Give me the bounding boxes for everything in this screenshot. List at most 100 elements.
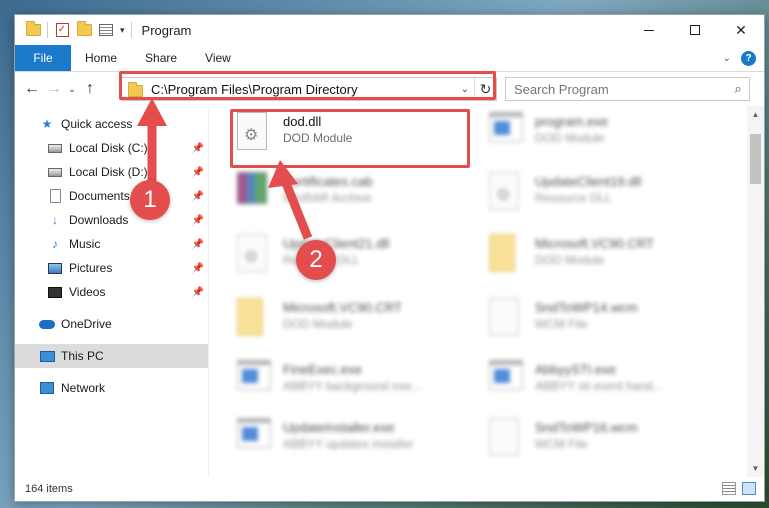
vertical-scrollbar[interactable]: ▲ ▼ bbox=[747, 106, 764, 477]
sidebar-item-downloads[interactable]: ↓ Downloads 📌 bbox=[15, 208, 208, 232]
star-icon: ★ bbox=[41, 117, 53, 131]
file-item[interactable]: program.exe DOD Module bbox=[489, 112, 729, 166]
sidebar-item-label: Network bbox=[61, 381, 106, 395]
file-item[interactable]: Microsoft.VC90.CRT DOD Module bbox=[237, 298, 477, 352]
sidebar-item-onedrive[interactable]: OneDrive bbox=[15, 312, 208, 336]
recent-locations-button[interactable]: ⌄ bbox=[65, 84, 79, 95]
help-icon[interactable]: ? bbox=[741, 51, 756, 66]
new-folder-icon[interactable] bbox=[76, 21, 92, 38]
file-name: UpdateInstaller.exe bbox=[283, 420, 395, 435]
divider bbox=[130, 22, 132, 38]
customize-toolbar-dropdown-icon[interactable]: ▾ bbox=[120, 25, 125, 36]
sidebar-item-local-disk-d[interactable]: Local Disk (D:) 📌 bbox=[15, 160, 208, 184]
sidebar-item-quick-access[interactable]: ★ Quick access bbox=[15, 112, 208, 136]
sidebar-item-documents[interactable]: Documents 📌 bbox=[15, 184, 208, 208]
file-type: ABBYY sti event hand... bbox=[535, 379, 663, 393]
maximize-button[interactable] bbox=[672, 15, 718, 45]
file-name: SndToWP16.wcm bbox=[535, 420, 638, 435]
caption-buttons: ✕ bbox=[626, 15, 764, 45]
pin-icon[interactable]: 📌 bbox=[192, 239, 204, 250]
pin-icon[interactable]: 📌 bbox=[192, 263, 204, 274]
step-1-badge: 1 bbox=[130, 180, 170, 220]
sidebar-item-this-pc[interactable]: This PC bbox=[15, 344, 208, 368]
cloud-icon bbox=[39, 316, 55, 332]
pin-icon[interactable]: 📌 bbox=[192, 191, 204, 202]
search-icon[interactable]: ⌕ bbox=[727, 81, 749, 97]
sidebar-item-videos[interactable]: Videos 📌 bbox=[15, 280, 208, 304]
network-icon bbox=[39, 380, 55, 396]
file-name: Certificates.cab bbox=[283, 174, 373, 189]
exe-file-icon bbox=[489, 360, 525, 400]
sidebar-item-label: This PC bbox=[61, 349, 104, 363]
sidebar-item-label: OneDrive bbox=[61, 317, 112, 331]
pin-icon[interactable]: 📌 bbox=[192, 287, 204, 298]
properties-icon[interactable] bbox=[98, 22, 114, 38]
back-button[interactable]: ← bbox=[21, 80, 43, 98]
pin-icon[interactable]: 📌 bbox=[192, 215, 204, 226]
tab-file[interactable]: File bbox=[15, 45, 71, 71]
folder-file-icon bbox=[489, 234, 525, 274]
quick-access-toolbar: ✓ ▾ bbox=[15, 15, 132, 45]
address-bar-highlight bbox=[119, 71, 496, 100]
pin-icon[interactable]: 📌 bbox=[192, 143, 204, 154]
title-bar: ✓ ▾ Program ✕ bbox=[15, 15, 764, 45]
ribbon-tabs: File Home Share View ⌄ ? bbox=[15, 45, 764, 72]
sidebar-item-label: Quick access bbox=[61, 117, 133, 131]
file-item[interactable]: Certificates.cab WinRAR Archive bbox=[237, 172, 477, 226]
file-item[interactable]: UpdateClient19.dll Resource DLL bbox=[489, 172, 729, 226]
search-input[interactable] bbox=[506, 81, 727, 97]
file-item[interactable]: Microsoft.VC90.CRT DOD Module bbox=[489, 234, 729, 288]
file-type: ABBYY updates installer bbox=[283, 437, 414, 451]
close-button[interactable]: ✕ bbox=[718, 15, 764, 45]
navigation-pane: ★ Quick access Local Disk (C:) 📌 Local D… bbox=[15, 106, 209, 477]
sidebar-item-label: Local Disk (C:) bbox=[69, 141, 148, 155]
properties-check-icon[interactable]: ✓ bbox=[54, 22, 70, 38]
file-type: DOD Module bbox=[283, 317, 353, 331]
window-title: Program bbox=[141, 22, 192, 38]
forward-button[interactable]: → bbox=[43, 80, 65, 98]
file-item[interactable]: SndToWP14.wcm WCM File bbox=[489, 298, 729, 352]
details-view-icon[interactable] bbox=[722, 482, 736, 495]
file-item[interactable]: FineExec.exe ABBYY background exe... bbox=[237, 360, 477, 414]
sidebar-item-pictures[interactable]: Pictures 📌 bbox=[15, 256, 208, 280]
videos-icon bbox=[47, 284, 63, 300]
file-type: DOD Module bbox=[535, 131, 605, 145]
status-bar: 164 items bbox=[15, 477, 764, 501]
large-icons-view-icon[interactable] bbox=[742, 482, 756, 495]
search-box[interactable]: ⌕ bbox=[505, 77, 750, 101]
sidebar-item-local-disk-c[interactable]: Local Disk (C:) 📌 bbox=[15, 136, 208, 160]
music-icon: ♪ bbox=[52, 237, 58, 251]
expand-ribbon-icon[interactable]: ⌄ bbox=[723, 53, 731, 64]
file-name: FineExec.exe bbox=[283, 362, 362, 377]
exe-file-icon bbox=[489, 112, 525, 152]
file-item[interactable]: AbbyySTI.exe ABBYY sti event hand... bbox=[489, 360, 729, 414]
tab-view[interactable]: View bbox=[191, 45, 245, 71]
documents-icon bbox=[47, 188, 63, 204]
file-type: Resource DLL bbox=[535, 191, 612, 205]
pictures-icon bbox=[47, 260, 63, 276]
pin-icon[interactable]: 📌 bbox=[192, 167, 204, 178]
generic-file-icon bbox=[489, 418, 525, 458]
up-button[interactable]: ↑ bbox=[79, 80, 101, 98]
scrollbar-thumb[interactable] bbox=[750, 134, 761, 184]
folder-icon bbox=[25, 21, 41, 38]
sidebar-item-music[interactable]: ♪ Music 📌 bbox=[15, 232, 208, 256]
ribbon-controls: ⌄ ? bbox=[723, 45, 756, 72]
sidebar-item-label: Local Disk (D:) bbox=[69, 165, 148, 179]
tab-home[interactable]: Home bbox=[71, 45, 131, 71]
file-item[interactable]: UpdateInstaller.exe ABBYY updates instal… bbox=[237, 418, 477, 472]
minimize-button[interactable] bbox=[626, 15, 672, 45]
close-icon: ✕ bbox=[735, 21, 747, 38]
tab-share[interactable]: Share bbox=[131, 45, 191, 71]
file-name: program.exe bbox=[535, 114, 608, 129]
sidebar-item-network[interactable]: Network bbox=[15, 376, 208, 400]
scroll-down-icon[interactable]: ▼ bbox=[747, 460, 764, 477]
maximize-icon bbox=[690, 25, 700, 35]
file-name: SndToWP14.wcm bbox=[535, 300, 638, 315]
scroll-up-icon[interactable]: ▲ bbox=[747, 106, 764, 123]
file-item[interactable]: UpdateClient21.dll Resource DLL bbox=[237, 234, 477, 288]
generic-file-icon bbox=[489, 298, 525, 338]
file-item[interactable]: SndToWP16.wcm WCM File bbox=[489, 418, 729, 472]
